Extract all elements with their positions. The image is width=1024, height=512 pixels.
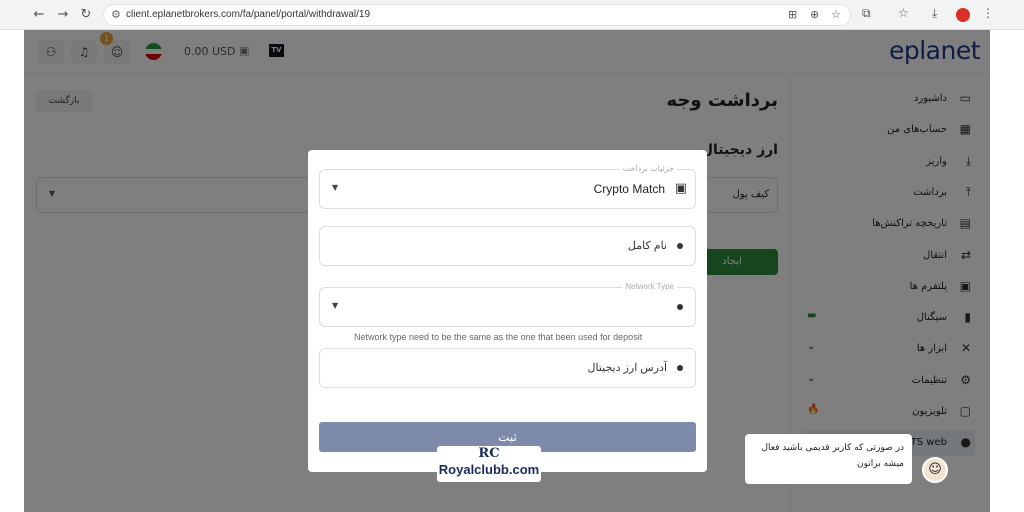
- network-type-legend: Network Type: [622, 282, 677, 291]
- chat-message-bubble[interactable]: در صورتی که کاربر قدیمی باشید فعال میشه …: [745, 434, 912, 484]
- watermark-site: Royalclubb.com: [438, 462, 540, 477]
- caret-down-icon: ▼: [332, 301, 339, 310]
- download-icon[interactable]: ⤓: [932, 6, 937, 21]
- watermark-monogram: RC: [478, 446, 500, 461]
- translate-icon[interactable]: ⊞: [788, 8, 797, 21]
- crypto-address-placeholder: آدرس ارز دیجیتال: [587, 362, 667, 374]
- bookmarks-icon[interactable]: ☆: [898, 6, 909, 20]
- payment-details-legend: جزئیات برداخت: [619, 164, 677, 173]
- caret-down-icon: ▼: [332, 183, 339, 192]
- bullet-icon: [677, 243, 683, 249]
- bullet-icon: [677, 304, 683, 310]
- site-settings-icon[interactable]: ⚙: [111, 8, 121, 21]
- crypto-address-field[interactable]: آدرس ارز دیجیتال: [319, 348, 696, 388]
- reload-icon[interactable]: ↻: [77, 6, 95, 24]
- support-avatar[interactable]: ☺: [922, 457, 948, 483]
- extensions-icon[interactable]: ⧉: [862, 6, 871, 21]
- full-name-field[interactable]: نام کامل: [319, 226, 696, 266]
- payment-method-value: Crypto Match: [593, 182, 665, 196]
- browser-toolbar: ← → ↻ ⚙ client.eplanetbrokers.com/fa/pan…: [0, 0, 1024, 30]
- address-bar[interactable]: ⚙ client.eplanetbrokers.com/fa/panel/por…: [103, 4, 851, 26]
- full-name-placeholder: نام کامل: [627, 240, 667, 252]
- network-type-hint: Network type need to be the same as the …: [354, 332, 643, 342]
- chat-message-line-1: در صورتی که کاربر قدیمی باشید فعال: [761, 443, 904, 453]
- wallet-icon: ▣: [674, 181, 687, 196]
- menu-icon[interactable]: ⋮: [982, 6, 994, 20]
- zoom-icon[interactable]: ⊕: [810, 8, 819, 21]
- network-type-select[interactable]: Network Type ▼: [319, 282, 696, 327]
- page-gutter-left: [0, 30, 24, 512]
- page-gutter-right: [990, 30, 1024, 512]
- withdrawal-modal: جزئیات برداخت ▣ Crypto Match ▼ نام کامل …: [308, 150, 707, 472]
- payment-method-select[interactable]: جزئیات برداخت ▣ Crypto Match ▼: [319, 164, 696, 209]
- url-text[interactable]: client.eplanetbrokers.com/fa/panel/porta…: [126, 9, 370, 20]
- bookmark-star-icon[interactable]: ☆: [831, 8, 841, 21]
- back-arrow-icon[interactable]: ←: [30, 6, 48, 24]
- bullet-icon: [677, 365, 683, 371]
- profile-icon[interactable]: [956, 8, 970, 22]
- forward-arrow-icon[interactable]: →: [54, 6, 72, 24]
- watermark-logo: RC Royalclubb.com: [437, 446, 541, 482]
- chat-message-line-2: میشه براتون: [857, 459, 904, 469]
